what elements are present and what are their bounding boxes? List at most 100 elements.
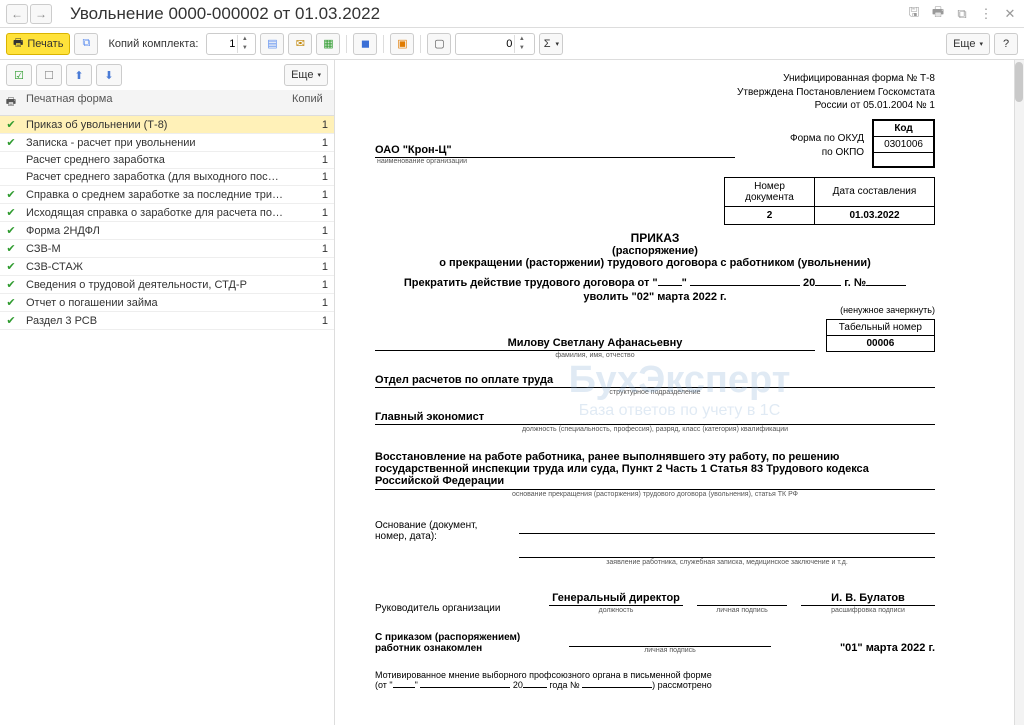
form-header-l2: Утверждена Постановлением Госкомстата xyxy=(695,86,935,100)
print-button-label: Печать xyxy=(27,38,63,50)
row-count: 1 xyxy=(288,187,334,203)
tabno-table: Табельный номер 00006 xyxy=(826,319,935,352)
table-row[interactable]: ✔Раздел 3 РСВ1 xyxy=(0,312,334,330)
more-button[interactable]: Еще ▾ xyxy=(946,33,990,55)
dept-sub: структурное подразделение xyxy=(375,389,935,396)
menu-icon[interactable]: ⋮ xyxy=(978,6,994,22)
folder-icon: ▣ xyxy=(397,37,407,50)
row-check[interactable]: ✔ xyxy=(0,204,22,221)
form-header-l3: России от 05.01.2004 № 1 xyxy=(695,99,935,113)
zero-input[interactable] xyxy=(456,37,514,51)
dept: Отдел расчетов по оплате труда xyxy=(375,373,935,388)
head-label: Руководитель организации xyxy=(375,603,535,614)
lt-more-button[interactable]: Еще ▾ xyxy=(284,64,328,86)
table-row[interactable]: ✔Справка о среднем заработке за последни… xyxy=(0,186,334,204)
head-position: Генеральный директор xyxy=(549,592,683,606)
tb-btn-1[interactable]: ▤ xyxy=(260,33,284,55)
copies-spinner[interactable]: ▲▼ xyxy=(206,33,256,55)
arrow-up-icon: ⬆ xyxy=(74,69,83,82)
head-name: И. В. Булатов xyxy=(801,592,935,606)
row-name: СЗВ-СТАЖ xyxy=(22,259,288,275)
table-row[interactable]: Расчет среднего заработка (для выходного… xyxy=(0,169,334,186)
document: Унифицированная форма № Т-8 Утверждена П… xyxy=(335,60,975,710)
table-row[interactable]: ✔СЗВ-СТАЖ1 xyxy=(0,258,334,276)
row-check[interactable]: ✔ xyxy=(0,134,22,151)
save-icon[interactable]: 🖫 xyxy=(906,6,922,22)
help-button[interactable]: ? xyxy=(994,33,1018,55)
row-count: 1 xyxy=(288,117,334,133)
separator xyxy=(346,35,347,53)
document-pane: Унифицированная форма № Т-8 Утверждена П… xyxy=(335,60,1024,725)
row-count: 1 xyxy=(288,295,334,311)
lt-btn-2[interactable]: ☐ xyxy=(36,64,62,86)
forms-header: 🖶 Печатная форма Копий xyxy=(0,90,334,116)
row-name: Исходящая справка о заработке для расчет… xyxy=(22,205,288,221)
table-row[interactable]: ✔Отчет о погашении займа1 xyxy=(0,294,334,312)
table-row[interactable]: ✔Сведения о трудовой деятельности, СТД-Р… xyxy=(0,276,334,294)
sigma-icon: Σ xyxy=(544,38,551,50)
row-check[interactable]: ✔ xyxy=(0,312,22,329)
okud-value: 0301006 xyxy=(874,136,934,152)
okud-label: Форма по ОКУД xyxy=(790,133,864,144)
table-row[interactable]: Расчет среднего заработка1 xyxy=(0,152,334,169)
row-check[interactable]: ✔ xyxy=(0,240,22,257)
lt-btn-1[interactable]: ☑ xyxy=(6,64,32,86)
row-check[interactable]: ✔ xyxy=(0,258,22,275)
print-button[interactable]: 🖶 Печать xyxy=(6,33,70,55)
position: Главный экономист xyxy=(375,410,935,425)
table-row[interactable]: ✔Приказ об увольнении (Т-8)1 xyxy=(0,116,334,134)
sig-sub-name: расшифровка подписи xyxy=(801,607,935,614)
scrollbar[interactable] xyxy=(1014,60,1024,725)
tb-btn-5[interactable]: ▣ xyxy=(390,33,414,55)
row-check[interactable] xyxy=(0,158,22,162)
arrow-down-icon: ⬇ xyxy=(104,69,113,82)
mail-icon: ✉ xyxy=(296,37,305,50)
code-box: Код 0301006 xyxy=(872,119,935,168)
checklist-icon: ☑ xyxy=(14,69,24,82)
table-row[interactable]: ✔Исходящая справка о заработке для расче… xyxy=(0,204,334,222)
row-count: 1 xyxy=(288,223,334,239)
row-check[interactable]: ✔ xyxy=(0,294,22,311)
close-icon[interactable]: ✕ xyxy=(1002,6,1018,22)
header-name[interactable]: Печатная форма xyxy=(22,90,288,115)
document-icon: ▤ xyxy=(267,37,277,50)
nav-back-button[interactable]: ← xyxy=(6,4,28,24)
nav-forward-button[interactable]: → xyxy=(30,4,52,24)
row-check[interactable]: ✔ xyxy=(0,222,22,239)
tb-btn-3[interactable]: ▦ xyxy=(316,33,340,55)
union-block: Мотивированное мнение выборного профсоюз… xyxy=(375,670,935,690)
lt-btn-up[interactable]: ⬆ xyxy=(66,64,92,86)
header-check-icon[interactable]: 🖶 xyxy=(0,90,22,115)
scrollbar-thumb[interactable] xyxy=(1015,62,1023,102)
row-check[interactable] xyxy=(0,175,22,179)
row-name: Отчет о погашении займа xyxy=(22,295,288,311)
lt-btn-down[interactable]: ⬇ xyxy=(96,64,122,86)
tb-btn-4[interactable]: ◼ xyxy=(353,33,377,55)
copies-input[interactable] xyxy=(207,37,237,51)
table-row[interactable]: ✔СЗВ-М1 xyxy=(0,240,334,258)
row-check[interactable]: ✔ xyxy=(0,116,22,133)
tabno-value: 00006 xyxy=(826,335,934,351)
copies-button[interactable]: ⧉ xyxy=(74,33,98,55)
dismiss-line: уволить "02" марта 2022 г. xyxy=(375,291,935,303)
separator xyxy=(383,35,384,53)
row-name: Справка о среднем заработке за последние… xyxy=(22,187,288,203)
table-row[interactable]: ✔Записка - расчет при увольнении1 xyxy=(0,134,334,152)
attach-icon[interactable]: ⧉ xyxy=(954,6,970,22)
sigma-button[interactable]: Σ▾ xyxy=(539,33,563,55)
row-name: Раздел 3 РСВ xyxy=(22,313,288,329)
row-check[interactable]: ✔ xyxy=(0,186,22,203)
table-row[interactable]: ✔Форма 2НДФЛ1 xyxy=(0,222,334,240)
strike-note: (ненужное зачеркнуть) xyxy=(375,305,935,315)
tb-btn-2[interactable]: ✉ xyxy=(288,33,312,55)
docno-h2: Дата составления xyxy=(815,177,935,206)
tb-btn-6[interactable]: ▢ xyxy=(427,33,451,55)
zero-spinner[interactable]: ▲▼ xyxy=(455,33,535,55)
row-name: Форма 2НДФЛ xyxy=(22,223,288,239)
header-count[interactable]: Копий xyxy=(288,90,334,115)
org-sub: наименование организации xyxy=(377,158,935,165)
print-icon[interactable]: 🖶 xyxy=(930,6,946,22)
left-pane: ☑ ☐ ⬆ ⬇ Еще ▾ 🖶 Печатная форма Копий ✔Пр… xyxy=(0,60,335,725)
basis-sub: заявление работника, служебная записка, … xyxy=(519,559,935,566)
row-check[interactable]: ✔ xyxy=(0,276,22,293)
